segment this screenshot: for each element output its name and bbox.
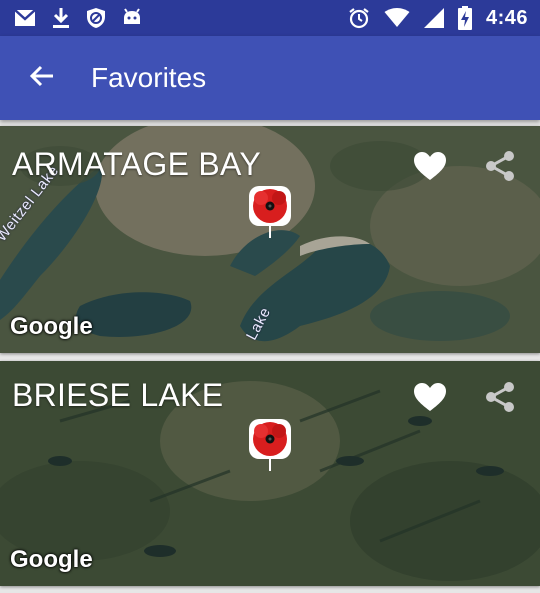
- favorite-card[interactable]: BRIESE LAKE Google: [0, 361, 540, 586]
- google-logo: Google: [10, 546, 93, 573]
- share-button[interactable]: [478, 144, 522, 188]
- location-name: ARMATAGE BAY: [12, 146, 261, 182]
- wifi-icon: [384, 8, 410, 28]
- location-name: BRIESE LAKE: [12, 377, 224, 413]
- favorite-button[interactable]: [408, 375, 452, 419]
- signal-icon: [423, 8, 444, 28]
- system-icons: 4:46: [348, 0, 528, 36]
- arrow-back-icon: [29, 63, 55, 94]
- heart-icon: [408, 152, 452, 192]
- google-logo: Google: [10, 313, 93, 340]
- location-pin[interactable]: [246, 184, 294, 240]
- gmail-icon: [14, 9, 36, 27]
- back-button[interactable]: [22, 58, 62, 98]
- poppy-pin-icon: [246, 419, 294, 477]
- heart-icon: [408, 383, 452, 423]
- favorite-button[interactable]: [408, 144, 452, 188]
- share-icon: [478, 151, 522, 192]
- notification-icons: [14, 0, 142, 36]
- poppy-pin-icon: [246, 186, 294, 244]
- android-icon: [122, 8, 142, 28]
- alarm-icon: [348, 7, 370, 29]
- download-icon: [52, 7, 70, 29]
- battery-charging-icon: [457, 6, 472, 30]
- shield-icon: [86, 7, 106, 29]
- app-bar: Favorites: [0, 36, 540, 120]
- favorite-card[interactable]: Weitzel Lake Lake ARMATAGE BAY Google: [0, 126, 540, 353]
- share-button[interactable]: [478, 375, 522, 419]
- status-bar: 4:46: [0, 0, 540, 36]
- share-icon: [478, 382, 522, 423]
- page-title: Favorites: [91, 62, 207, 93]
- location-pin[interactable]: [246, 417, 294, 473]
- clock: 4:46: [485, 6, 528, 29]
